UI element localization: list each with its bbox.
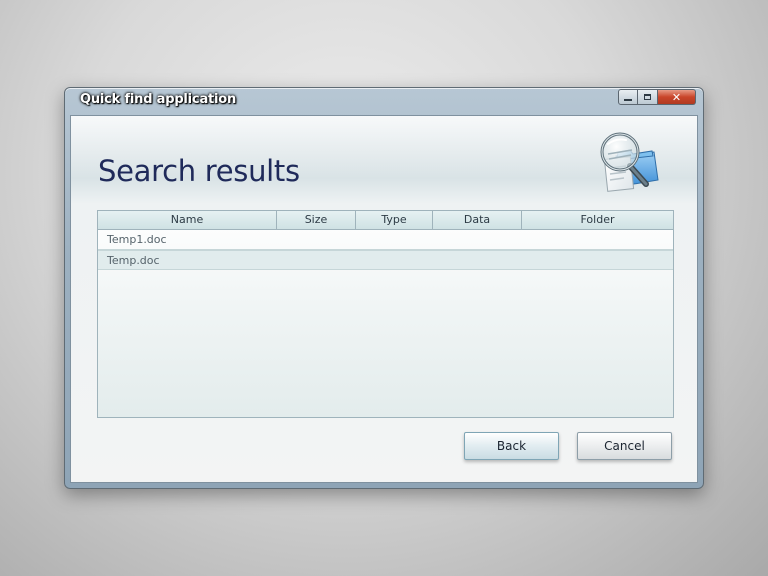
- column-header-folder[interactable]: Folder: [522, 211, 673, 229]
- close-button[interactable]: ✕: [658, 89, 696, 105]
- window-title: Quick find application: [80, 92, 237, 107]
- page-title: Search results: [98, 154, 300, 188]
- search-folder-magnifier-icon: [600, 132, 659, 192]
- column-header-data[interactable]: Data: [433, 211, 522, 229]
- file-name: Temp1.doc: [107, 233, 167, 246]
- client-area: Search results Name Size Type Data Folde…: [70, 115, 698, 483]
- maximize-icon: [644, 94, 651, 100]
- close-icon: ✕: [671, 90, 682, 104]
- app-window: Quick find application ✕ Search results: [64, 87, 704, 489]
- minimize-button[interactable]: [618, 89, 638, 105]
- column-header-type[interactable]: Type: [356, 211, 433, 229]
- title-bar[interactable]: Quick find application ✕: [65, 88, 703, 112]
- column-header-size[interactable]: Size: [277, 211, 356, 229]
- results-list[interactable]: Name Size Type Data Folder Temp1.doc Tem…: [97, 210, 674, 418]
- minimize-icon: [624, 99, 632, 101]
- back-button[interactable]: Back: [464, 432, 559, 460]
- table-row[interactable]: Temp.doc: [98, 250, 673, 270]
- file-name: Temp.doc: [107, 254, 160, 267]
- caption-buttons: ✕: [618, 89, 696, 105]
- table-row[interactable]: Temp1.doc: [98, 230, 673, 250]
- maximize-button[interactable]: [638, 89, 658, 105]
- column-headers: Name Size Type Data Folder: [98, 211, 673, 230]
- cancel-button[interactable]: Cancel: [577, 432, 672, 460]
- column-header-name[interactable]: Name: [98, 211, 277, 229]
